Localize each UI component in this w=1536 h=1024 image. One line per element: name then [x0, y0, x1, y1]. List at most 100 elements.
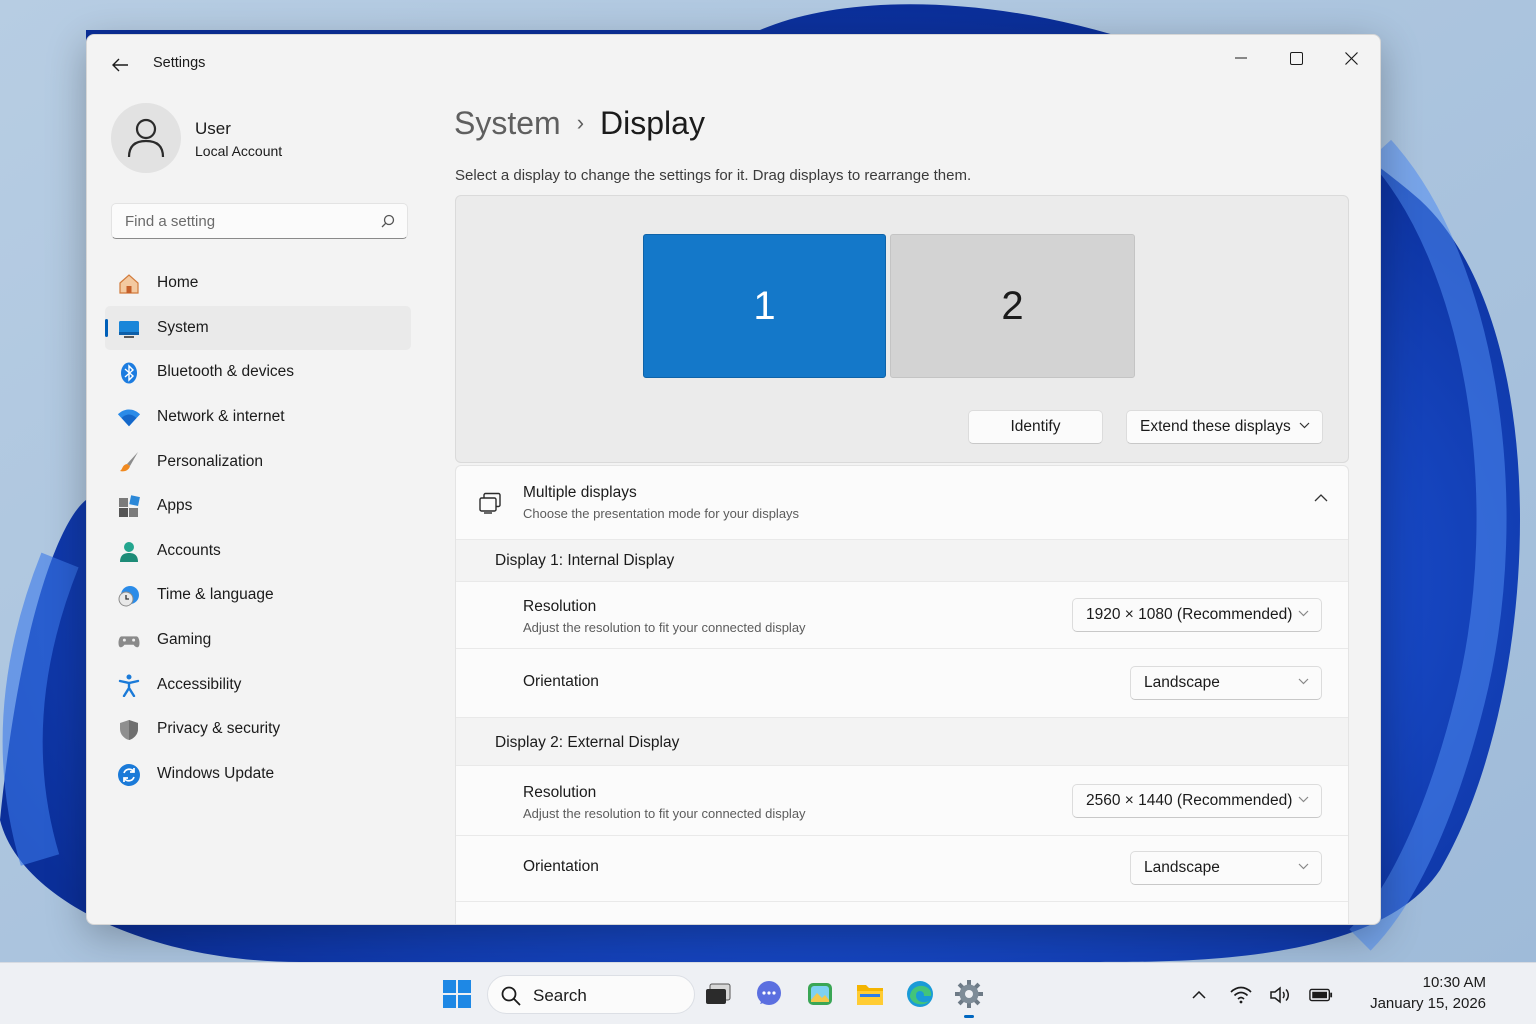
- sidebar-item-personalization[interactable]: Personalization: [105, 439, 411, 484]
- sidebar-item-gaming[interactable]: Gaming: [105, 618, 411, 663]
- display-2-orientation-row: Orientation Landscape: [456, 836, 1348, 902]
- breadcrumb-parent[interactable]: System: [454, 105, 561, 142]
- chevron-up-icon[interactable]: [1314, 494, 1328, 502]
- chevron-up-icon: [1192, 991, 1206, 999]
- edge-button[interactable]: [903, 977, 937, 1011]
- close-icon: [1344, 51, 1358, 65]
- title-bar: Settings: [87, 35, 1380, 93]
- taskbar-clock[interactable]: 10:30 AM January 15, 2026: [1370, 974, 1486, 1012]
- system-icon: [117, 317, 141, 341]
- edge-icon: [907, 981, 933, 1007]
- resolution-title: Resolution: [523, 598, 597, 615]
- home-icon: [117, 272, 141, 296]
- sidebar-nav: Home System Bluetooth & devices Network …: [105, 261, 411, 796]
- apps-icon: [117, 495, 141, 519]
- chevron-down-icon: [1298, 796, 1309, 803]
- sidebar-item-system[interactable]: System: [105, 305, 411, 351]
- sidebar-item-accessibility[interactable]: Accessibility: [105, 662, 411, 707]
- person-icon: [117, 540, 141, 564]
- chat-button[interactable]: [752, 977, 786, 1011]
- start-button[interactable]: [440, 977, 474, 1011]
- file-explorer-button[interactable]: [853, 977, 887, 1011]
- sidebar-item-accounts[interactable]: Accounts: [105, 529, 411, 574]
- display-1-orientation-row: Orientation Landscape: [456, 649, 1348, 718]
- breadcrumb: System › Display: [454, 101, 705, 145]
- network-tray-button[interactable]: [1229, 983, 1253, 1007]
- multiple-displays-icon: [479, 492, 501, 514]
- volume-tray-button[interactable]: [1269, 983, 1293, 1007]
- multiple-displays-subtitle: Choose the presentation mode for your di…: [523, 506, 800, 521]
- file-explorer-icon: [857, 985, 883, 1005]
- monitor-2[interactable]: 2: [890, 234, 1135, 378]
- app-title: Settings: [153, 55, 206, 71]
- chevron-down-icon: [1298, 678, 1309, 685]
- orientation-title: Orientation: [523, 673, 599, 690]
- sidebar-item-apps[interactable]: Apps: [105, 484, 411, 529]
- taskbar-search[interactable]: Search: [487, 975, 695, 1014]
- brush-icon: [117, 450, 141, 474]
- maximize-button[interactable]: [1273, 43, 1319, 73]
- settings-gear-icon: [955, 980, 983, 1008]
- display-2-resolution-row: Resolution Adjust the resolution to fit …: [456, 766, 1348, 836]
- accessibility-icon: [117, 673, 141, 698]
- shield-icon: [117, 718, 141, 742]
- breadcrumb-separator-icon: ›: [576, 110, 585, 135]
- clock-time: 10:30 AM: [1422, 974, 1486, 991]
- sidebar-item-windows-update[interactable]: Windows Update: [105, 752, 411, 797]
- identify-button[interactable]: Identify: [968, 410, 1103, 444]
- user-profile[interactable]: User Local Account: [111, 103, 411, 177]
- back-arrow-icon: [112, 58, 128, 72]
- sidebar-item-home[interactable]: Home: [105, 261, 411, 306]
- maximize-icon: [1289, 51, 1303, 65]
- multiple-displays-header[interactable]: Multiple displays Choose the presentatio…: [456, 466, 1348, 540]
- multiple-displays-card: Multiple displays Choose the presentatio…: [455, 465, 1349, 924]
- task-view-icon: [706, 983, 731, 1004]
- display-1-orientation-dropdown[interactable]: Landscape: [1130, 666, 1322, 700]
- display-1-section-heading: Display 1: Internal Display: [456, 540, 1348, 582]
- avatar: [111, 103, 181, 173]
- sidebar-item-bluetooth[interactable]: Bluetooth & devices: [105, 350, 411, 395]
- sidebar-item-privacy[interactable]: Privacy & security: [105, 707, 411, 752]
- chevron-down-icon: [1299, 422, 1310, 429]
- minimize-icon: [1235, 57, 1247, 59]
- display-1-resolution-row: Resolution Adjust the resolution to fit …: [456, 582, 1348, 649]
- page-title: Display: [600, 104, 705, 141]
- display-2-resolution-dropdown[interactable]: 2560 × 1440 (Recommended): [1072, 784, 1322, 818]
- back-button[interactable]: [107, 52, 133, 78]
- user-name: User: [195, 119, 231, 138]
- display-arrangement-panel: 1 2 Identify Extend these displays: [455, 195, 1349, 463]
- person-avatar-icon: [127, 118, 165, 158]
- show-hidden-icons-button[interactable]: [1187, 983, 1211, 1007]
- task-view-button[interactable]: [701, 977, 735, 1011]
- bluetooth-icon: [117, 361, 141, 385]
- multiple-displays-title: Multiple displays: [523, 484, 637, 501]
- minimize-button[interactable]: [1218, 43, 1264, 73]
- sidebar-item-time-language[interactable]: Time & language: [105, 573, 411, 618]
- wifi-icon: [117, 406, 141, 430]
- display-mode-dropdown[interactable]: Extend these displays: [1126, 410, 1323, 444]
- display-2-section-heading: Display 2: External Display: [456, 718, 1348, 766]
- chevron-down-icon: [1298, 863, 1309, 870]
- settings-app-button[interactable]: [952, 977, 986, 1011]
- clock-date: January 15, 2026: [1370, 995, 1486, 1012]
- resolution-subtitle: Adjust the resolution to fit your connec…: [523, 620, 806, 635]
- battery-tray-button[interactable]: [1309, 983, 1333, 1007]
- chat-icon: [757, 981, 781, 1005]
- speaker-icon: [1270, 986, 1289, 1004]
- sidebar-item-network[interactable]: Network & internet: [105, 395, 411, 440]
- photos-button[interactable]: [803, 977, 837, 1011]
- close-button[interactable]: [1328, 43, 1374, 73]
- resolution-title: Resolution: [523, 784, 597, 801]
- search-icon[interactable]: [381, 214, 395, 228]
- battery-icon: [1309, 988, 1333, 1002]
- display-1-resolution-dropdown[interactable]: 1920 × 1080 (Recommended): [1072, 598, 1322, 632]
- taskbar: Search 10:30 AM January 15, 2026: [0, 962, 1536, 1024]
- search-input[interactable]: [112, 204, 372, 238]
- resolution-subtitle: Adjust the resolution to fit your connec…: [523, 806, 806, 821]
- display-2-orientation-dropdown[interactable]: Landscape: [1130, 851, 1322, 885]
- chevron-down-icon: [1298, 610, 1309, 617]
- photos-icon: [808, 983, 832, 1005]
- clock-globe-icon: [117, 584, 141, 608]
- search-icon: [501, 986, 521, 1006]
- monitor-1[interactable]: 1: [643, 234, 886, 378]
